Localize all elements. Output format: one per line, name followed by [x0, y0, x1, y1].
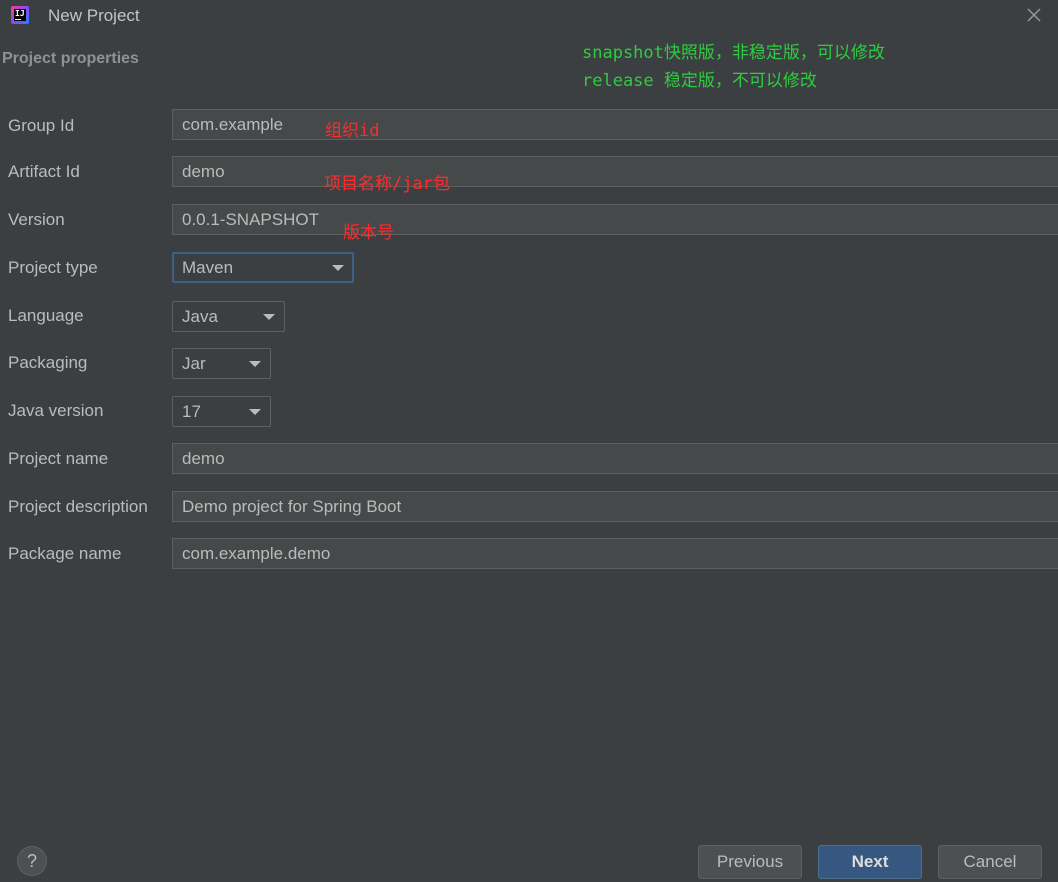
language-value: Java	[182, 307, 218, 326]
group-id-label: Group Id	[8, 116, 75, 135]
artifact-id-field[interactable]: demo	[172, 156, 1058, 187]
next-button[interactable]: Next	[818, 845, 922, 879]
packaging-dropdown[interactable]: Jar	[172, 348, 271, 379]
project-name-label: Project name	[8, 449, 109, 468]
packaging-value: Jar	[182, 354, 206, 373]
window-title: New Project	[48, 6, 140, 25]
project-description-label: Project description	[8, 497, 148, 516]
chevron-down-icon	[332, 265, 344, 271]
version-label: Version	[8, 210, 65, 229]
language-dropdown[interactable]: Java	[172, 301, 285, 332]
version-field[interactable]: 0.0.1-SNAPSHOT	[172, 204, 1058, 235]
package-name-field[interactable]: com.example.demo	[172, 538, 1058, 569]
section-title: Project properties	[2, 50, 139, 67]
intellij-idea-icon: IJ	[11, 6, 29, 24]
help-icon[interactable]: ?	[17, 846, 47, 876]
package-name-label: Package name	[8, 544, 122, 563]
group-id-field[interactable]: com.example	[172, 109, 1058, 140]
java-version-dropdown[interactable]: 17	[172, 396, 271, 427]
project-type-value: Maven	[182, 258, 234, 277]
snapshot-annotation: snapshot快照版，非稳定版，可以修改	[582, 43, 885, 63]
previous-button[interactable]: Previous	[698, 845, 802, 879]
chevron-down-icon	[249, 409, 261, 415]
chevron-down-icon	[249, 361, 261, 367]
artifact-id-label: Artifact Id	[8, 162, 80, 181]
project-name-field[interactable]: demo	[172, 443, 1058, 474]
project-type-dropdown[interactable]: Maven	[172, 252, 354, 283]
chevron-down-icon	[263, 314, 275, 320]
java-version-label: Java version	[8, 401, 104, 420]
java-version-value: 17	[182, 402, 201, 421]
version-annotation: 版本号	[343, 223, 394, 243]
close-icon[interactable]	[1022, 3, 1046, 27]
project-description-field[interactable]: Demo project for Spring Boot	[172, 491, 1058, 522]
artifact-id-annotation: 项目名称/jar包	[324, 174, 450, 194]
cancel-button[interactable]: Cancel	[938, 845, 1042, 879]
release-annotation: release 稳定版，不可以修改	[582, 71, 817, 91]
title-bar: IJ New Project	[0, 0, 1058, 32]
language-label: Language	[8, 306, 84, 325]
project-type-label: Project type	[8, 258, 98, 277]
packaging-label: Packaging	[8, 353, 88, 372]
group-id-annotation: 组织id	[325, 121, 380, 141]
